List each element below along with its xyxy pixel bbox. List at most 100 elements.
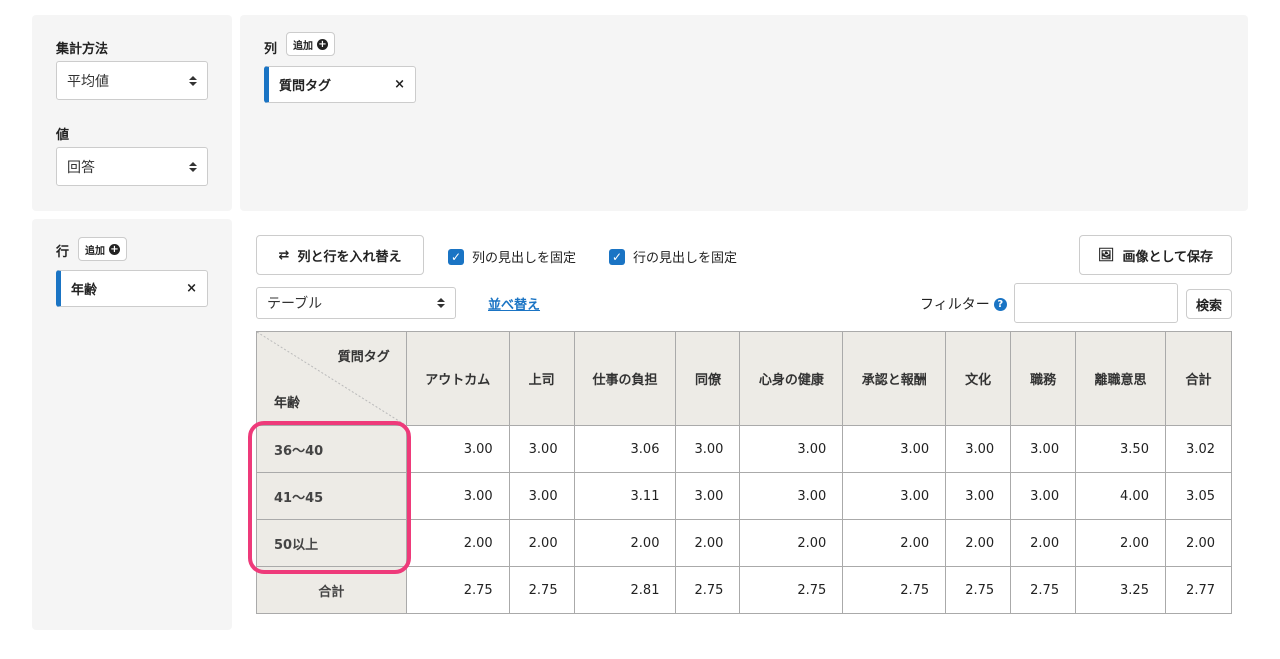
- table-cell: 3.50: [1075, 425, 1166, 473]
- columns-panel: [240, 15, 1248, 211]
- table-header-row: 質問タグ 年齢 アウトカム 上司 仕事の負担 同僚 心身の健康 承認と報酬 文化…: [256, 331, 1233, 426]
- table-cell: 3.00: [739, 472, 844, 520]
- remove-row-icon[interactable]: ×: [186, 281, 197, 296]
- table-cell: 2.77: [1164, 566, 1233, 614]
- table-cell: 3.00: [675, 472, 741, 520]
- table-cell: 3.02: [1164, 425, 1233, 473]
- table-row: 50以上 2.00 2.00 2.00 2.00 2.00 2.00 2.00 …: [256, 519, 1233, 567]
- add-column-button[interactable]: 追加 +: [286, 32, 335, 56]
- select-arrows-icon: [189, 75, 197, 86]
- table-cell: 2.75: [508, 566, 575, 614]
- row-chip-age[interactable]: 年齢 ×: [56, 270, 208, 307]
- column-header: 合計: [1164, 331, 1233, 426]
- table-cell: 2.00: [675, 519, 741, 567]
- table-cell: 3.25: [1075, 566, 1166, 614]
- row-chip-label: 年齢: [71, 283, 98, 298]
- table-total-row: 合計 2.75 2.75 2.81 2.75 2.75 2.75 2.75 2.…: [256, 566, 1233, 614]
- column-header: 離職意思: [1075, 331, 1166, 426]
- table-cell: 3.00: [842, 472, 947, 520]
- view-type-select[interactable]: テーブル: [256, 287, 456, 319]
- checkmark-icon: ✓: [448, 248, 464, 265]
- columns-label: 列: [264, 42, 278, 57]
- help-icon[interactable]: ?: [993, 297, 1007, 311]
- filter-input[interactable]: [1014, 283, 1178, 323]
- table-cell: 3.00: [508, 472, 575, 520]
- remove-column-icon[interactable]: ×: [394, 77, 405, 92]
- fix-row-header-label: 行の見出しを固定: [633, 251, 738, 266]
- table-cell: 3.00: [405, 425, 510, 473]
- column-header: 承認と報酬: [842, 331, 947, 426]
- search-label: 検索: [1195, 298, 1222, 314]
- value-select[interactable]: 回答: [56, 147, 208, 186]
- table-cell: 3.06: [573, 425, 677, 473]
- select-arrows-icon: [189, 161, 197, 172]
- column-header: 心身の健康: [739, 331, 844, 426]
- table-cell: 4.00: [1075, 472, 1166, 520]
- table-cell: 2.00: [508, 519, 575, 567]
- column-header: 上司: [508, 331, 575, 426]
- value-label: 値: [56, 128, 70, 143]
- table-cell: 2.75: [945, 566, 1012, 614]
- table-cell: 3.00: [739, 425, 844, 473]
- column-chip-label: 質問タグ: [279, 79, 332, 94]
- column-chip-question-tag[interactable]: 質問タグ ×: [264, 66, 416, 103]
- column-header: 職務: [1010, 331, 1077, 426]
- plus-circle-icon: +: [317, 38, 328, 50]
- row-header-total: 合計: [256, 566, 407, 614]
- table-cell: 3.05: [1164, 472, 1233, 520]
- add-row-button[interactable]: 追加 +: [78, 237, 127, 261]
- table-cell: 2.00: [1164, 519, 1233, 567]
- sort-link[interactable]: 並べ替え: [488, 294, 540, 313]
- plus-circle-icon: +: [109, 243, 120, 255]
- table-cell: 2.75: [1010, 566, 1077, 614]
- aggregation-method-value: 平均値: [67, 73, 109, 90]
- aggregation-method-label: 集計方法: [56, 42, 109, 57]
- pivot-table: 質問タグ 年齢 アウトカム 上司 仕事の負担 同僚 心身の健康 承認と報酬 文化…: [256, 331, 1233, 614]
- fix-row-header-checkbox[interactable]: ✓ 行の見出しを固定: [609, 247, 737, 266]
- table-cell: 2.00: [739, 519, 844, 567]
- value-select-value: 回答: [67, 159, 95, 176]
- swap-arrows-icon: ⇄: [278, 247, 290, 263]
- table-row: 41〜45 3.00 3.00 3.11 3.00 3.00 3.00 3.00…: [256, 472, 1233, 520]
- fix-column-header-checkbox[interactable]: ✓ 列の見出しを固定: [448, 247, 576, 266]
- swap-rows-columns-button[interactable]: ⇄ 列と行を入れ替え: [256, 235, 424, 275]
- save-as-image-button[interactable]: 🖼 画像として保存: [1079, 235, 1232, 275]
- row-header: 41〜45: [256, 472, 407, 520]
- row-header: 36〜40: [256, 425, 407, 473]
- column-header: 同僚: [675, 331, 741, 426]
- view-type-value: テーブル: [267, 296, 323, 312]
- image-icon: 🖼: [1097, 247, 1115, 263]
- aggregation-method-select[interactable]: 平均値: [56, 61, 208, 100]
- corner-row-label: 年齢: [274, 396, 301, 411]
- swap-label: 列と行を入れ替え: [297, 249, 402, 265]
- table-cell: 2.00: [1075, 519, 1166, 567]
- table-cell: 2.75: [842, 566, 947, 614]
- rows-label: 行: [56, 245, 70, 260]
- table-cell: 2.75: [405, 566, 510, 614]
- add-row-label: 追加: [85, 245, 105, 257]
- table-cell: 3.00: [1010, 425, 1077, 473]
- select-arrows-icon: [437, 298, 445, 308]
- table-cell: 3.00: [1010, 472, 1077, 520]
- corner-column-label: 質問タグ: [337, 350, 390, 365]
- table-cell: 3.00: [945, 472, 1012, 520]
- table-corner-cell: 質問タグ 年齢: [256, 331, 407, 426]
- table-cell: 3.00: [945, 425, 1012, 473]
- column-header: 文化: [945, 331, 1012, 426]
- column-header: アウトカム: [405, 331, 510, 426]
- table-cell: 2.00: [1010, 519, 1077, 567]
- search-button[interactable]: 検索: [1186, 289, 1232, 319]
- table-cell: 2.00: [842, 519, 947, 567]
- save-image-label: 画像として保存: [1122, 249, 1214, 265]
- filter-label: フィルター: [920, 297, 990, 313]
- table-cell: 3.00: [508, 425, 575, 473]
- table-cell: 2.75: [739, 566, 844, 614]
- table-cell: 2.00: [405, 519, 510, 567]
- table-cell: 2.00: [945, 519, 1012, 567]
- row-header: 50以上: [256, 519, 407, 567]
- table-cell: 3.00: [675, 425, 741, 473]
- checkmark-icon: ✓: [609, 248, 625, 265]
- fix-column-header-label: 列の見出しを固定: [472, 251, 577, 266]
- table-row: 36〜40 3.00 3.00 3.06 3.00 3.00 3.00 3.00…: [256, 425, 1233, 473]
- table-cell: 2.81: [573, 566, 677, 614]
